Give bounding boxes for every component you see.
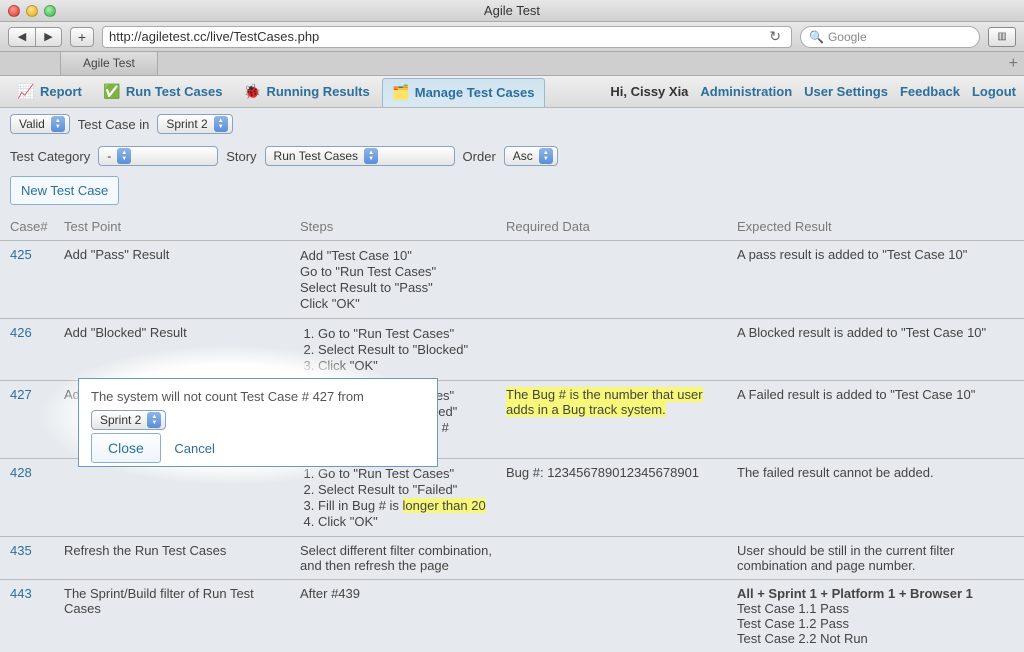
in-label: Test Case in [78, 117, 150, 132]
col-expected: Expected Result [737, 219, 1017, 234]
tab-running-label: Running Results [266, 84, 369, 99]
dialog-sprint-value: Sprint 2 [100, 413, 141, 427]
test-point: Refresh the Run Test Cases [64, 543, 294, 558]
expected-result: User should be still in the current filt… [737, 543, 1017, 573]
search-input[interactable]: 🔍 Google [800, 26, 980, 48]
window-titlebar: Agile Test [0, 0, 1024, 22]
steps: Go to "Run Test Cases" Select Result to … [300, 465, 500, 530]
col-case: Case# [10, 219, 58, 234]
status-select[interactable]: Valid ▲▼ [10, 114, 70, 134]
case-link[interactable]: 443 [10, 586, 58, 601]
chevron-updown-icon: ▲▼ [539, 148, 553, 164]
tab-manage-test-cases[interactable]: 🗂️ Manage Test Cases [382, 78, 546, 107]
manage-icon: 🗂️ [393, 85, 409, 101]
add-bookmark-button[interactable]: + [70, 27, 94, 47]
new-test-case-button[interactable]: New Test Case [10, 176, 119, 205]
url-bar[interactable]: http://agiletest.cc/live/TestCases.php ↻ [102, 26, 792, 48]
chevron-updown-icon: ▲▼ [214, 116, 228, 132]
steps: After #439 [300, 586, 500, 601]
search-icon: 🔍 [809, 30, 824, 44]
sprint-select[interactable]: Sprint 2 ▲▼ [157, 114, 232, 134]
cancel-link[interactable]: Cancel [174, 441, 214, 456]
tab-run-test-cases[interactable]: ✅ Run Test Cases [94, 78, 233, 106]
col-required: Required Data [506, 219, 731, 234]
case-link[interactable]: 428 [10, 465, 58, 480]
window-title: Agile Test [0, 3, 1024, 18]
chevron-updown-icon: ▲▼ [51, 116, 65, 132]
col-steps: Steps [300, 219, 500, 234]
link-user-settings[interactable]: User Settings [804, 84, 888, 99]
chevron-updown-icon: ▲▼ [364, 148, 378, 164]
tab-running-results[interactable]: 🐞 Running Results [234, 78, 379, 106]
story-select[interactable]: Run Test Cases ▲▼ [265, 146, 455, 166]
test-point: The Sprint/Build filter of Run Test Case… [64, 586, 294, 616]
tab-run-label: Run Test Cases [126, 84, 223, 99]
url-text: http://agiletest.cc/live/TestCases.php [109, 29, 319, 44]
link-administration[interactable]: Administration [700, 84, 792, 99]
forward-button[interactable]: ▶ [35, 28, 61, 46]
tab-strip: Agile Test + [0, 52, 1024, 76]
test-point: Add "Pass" Result [64, 247, 294, 262]
expected-result: A Blocked result is added to "Test Case … [737, 325, 1017, 340]
confirm-dialog: The system will not count Test Case # 42… [78, 378, 438, 467]
dialog-text: The system will not count Test Case # 42… [91, 389, 364, 404]
steps: Add "Test Case 10" Go to "Run Test Cases… [300, 247, 500, 312]
category-value: - [107, 149, 111, 163]
required-data: Bug #: 123456789012345678901 [506, 465, 731, 480]
report-icon: 📈 [18, 84, 34, 100]
required-data: The Bug # is the number that user adds i… [506, 387, 731, 417]
story-value: Run Test Cases [274, 149, 359, 163]
expected-result: A pass result is added to "Test Case 10" [737, 247, 1017, 262]
expected-result: All + Sprint 1 + Platform 1 + Browser 1 … [737, 586, 1017, 646]
steps: Select different filter combination, and… [300, 543, 500, 573]
table-row: 443 The Sprint/Build filter of Run Test … [0, 580, 1024, 652]
status-value: Valid [19, 117, 45, 131]
case-link[interactable]: 426 [10, 325, 58, 340]
table-header: Case# Test Point Steps Required Data Exp… [0, 213, 1024, 241]
order-value: Asc [513, 149, 533, 163]
table-row: 435 Refresh the Run Test Cases Select di… [0, 537, 1024, 580]
search-placeholder: Google [828, 30, 867, 44]
case-link[interactable]: 435 [10, 543, 58, 558]
category-label: Test Category [10, 149, 90, 164]
expected-result: A Failed result is added to "Test Case 1… [737, 387, 1017, 402]
app-nav: 📈 Report ✅ Run Test Cases 🐞 Running Resu… [0, 76, 1024, 108]
dialog-sprint-select[interactable]: Sprint 2 ▲▼ [91, 410, 166, 430]
sprint-value: Sprint 2 [166, 117, 207, 131]
browser-tab[interactable]: Agile Test [60, 51, 158, 75]
test-point: Add "Blocked" Result [64, 325, 294, 340]
story-label: Story [226, 149, 256, 164]
category-select[interactable]: - ▲▼ [98, 146, 218, 166]
case-link[interactable]: 425 [10, 247, 58, 262]
chevron-updown-icon: ▲▼ [147, 412, 161, 428]
browser-toolbar: ◀ ▶ + http://agiletest.cc/live/TestCases… [0, 22, 1024, 52]
toolbar-menu-icon[interactable]: ▥ [988, 27, 1016, 47]
link-logout[interactable]: Logout [972, 84, 1016, 99]
col-point: Test Point [64, 219, 294, 234]
run-icon: ✅ [104, 84, 120, 100]
tab-report[interactable]: 📈 Report [8, 78, 92, 106]
new-tab-button[interactable]: + [1009, 55, 1018, 73]
back-button[interactable]: ◀ [9, 28, 35, 46]
reload-icon[interactable]: ↻ [765, 28, 785, 45]
tab-report-label: Report [40, 84, 82, 99]
chevron-updown-icon: ▲▼ [117, 148, 131, 164]
link-feedback[interactable]: Feedback [900, 84, 960, 99]
tab-manage-label: Manage Test Cases [415, 85, 535, 100]
table-row: 425 Add "Pass" Result Add "Test Case 10"… [0, 241, 1024, 319]
user-greeting: Hi, Cissy Xia [610, 84, 688, 99]
expected-result: The failed result cannot be added. [737, 465, 1017, 480]
order-label: Order [463, 149, 496, 164]
order-select[interactable]: Asc ▲▼ [504, 146, 558, 166]
bug-icon: 🐞 [244, 84, 260, 100]
close-button[interactable]: Close [91, 433, 161, 463]
